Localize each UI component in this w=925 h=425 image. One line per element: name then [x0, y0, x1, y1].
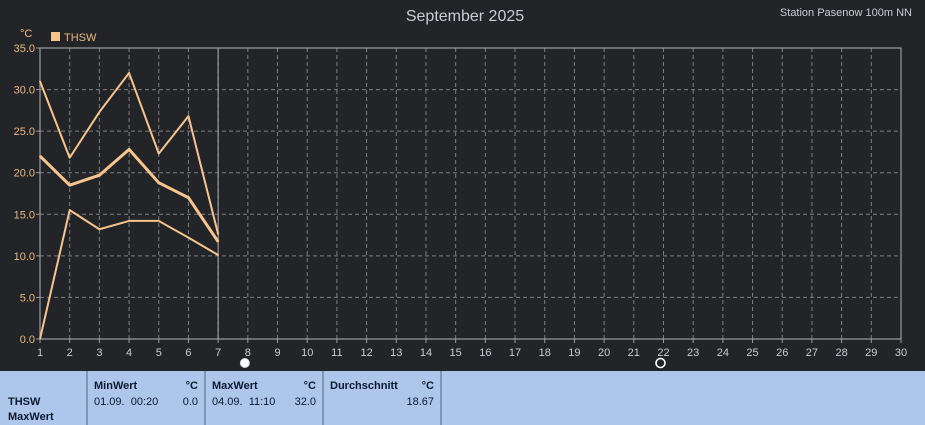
data-point: [98, 228, 101, 231]
x-tick-label: 22: [657, 347, 669, 359]
x-tick-label: 28: [835, 347, 847, 359]
x-tick-label: 13: [390, 347, 402, 359]
x-tick-label: 17: [509, 347, 521, 359]
panel-series-name: THSW: [8, 396, 41, 408]
x-tick-label: 6: [185, 347, 191, 359]
data-point: [217, 233, 219, 236]
min-unit: °C: [185, 380, 198, 392]
panel-series-type: MaxWert: [8, 411, 54, 423]
x-tick-label: 10: [301, 347, 313, 359]
max-header: MaxWert: [212, 380, 258, 392]
legend-label: THSW: [64, 32, 97, 44]
avg-unit: °C: [421, 380, 434, 392]
min-header: MinWert: [94, 380, 138, 392]
x-tick-label: 29: [865, 347, 877, 359]
x-tick-label: 23: [687, 347, 699, 359]
x-tick-label: 30: [895, 347, 907, 359]
x-tick-label: 1: [37, 347, 43, 359]
data-point: [157, 220, 160, 222]
data-point: [187, 115, 190, 117]
x-tick-label: 18: [539, 347, 551, 359]
data-point: [128, 72, 130, 74]
x-tick-label: 11: [331, 347, 342, 359]
max-value: 32.0: [294, 396, 316, 408]
data-point: [128, 148, 130, 151]
y-tick-label: 25.0: [14, 126, 35, 138]
min-datetime: 01.09. 00:20: [94, 396, 159, 408]
stats-panel: THSW MaxWert MinWert °C 01.09. 00:20 0.0…: [0, 371, 925, 425]
x-tick-label: 26: [776, 347, 788, 359]
x-tick-label: 12: [360, 347, 372, 359]
full-moon-icon: [239, 358, 250, 368]
avg-value: 18.67: [406, 396, 434, 408]
data-point: [68, 156, 71, 159]
avg-cell: Durchschnitt °C 18.67: [324, 371, 442, 425]
data-point: [39, 155, 41, 157]
y-tick-label: 20.0: [14, 168, 35, 180]
y-tick-label: 15.0: [14, 209, 35, 221]
x-tick-label: 5: [156, 347, 162, 359]
avg-header: Durchschnitt: [330, 380, 398, 392]
max-cell: MaxWert °C 04.09. 11:10 32.0: [206, 371, 324, 425]
y-tick-label: 10.0: [14, 251, 35, 263]
data-point: [98, 174, 101, 177]
x-tick-label: 25: [746, 347, 758, 359]
chart-title: September 2025: [406, 8, 524, 25]
data-point: [98, 111, 101, 113]
y-tick-label: 30.0: [14, 85, 35, 97]
x-tick-label: 8: [245, 347, 251, 359]
data-point: [187, 236, 190, 239]
min-cell: MinWert °C 01.09. 00:20 0.0: [88, 371, 206, 425]
x-tick-label: 20: [598, 347, 610, 359]
x-tick-label: 15: [450, 347, 462, 359]
data-point: [157, 152, 160, 155]
legend-swatch: [51, 32, 60, 41]
station-label: Station Pasenow 100m NN: [780, 7, 912, 19]
x-tick-label: 14: [420, 347, 432, 359]
data-point: [157, 181, 160, 184]
new-moon-icon: [655, 357, 666, 369]
data-point: [68, 209, 71, 211]
x-tick-label: 24: [717, 347, 729, 359]
x-tick-label: 7: [215, 347, 221, 359]
plot-frame: [39, 47, 902, 340]
x-tick-label: 16: [479, 347, 491, 359]
x-tick-label: 27: [806, 347, 818, 359]
x-tick-label: 9: [274, 347, 280, 359]
data-point: [68, 184, 71, 186]
x-tick-label: 3: [96, 347, 102, 359]
x-tick-label: 21: [628, 347, 640, 359]
y-tick-label: 35.0: [14, 43, 35, 55]
max-datetime: 04.09. 11:10: [212, 396, 276, 408]
y-axis-unit: °C: [20, 28, 32, 40]
x-tick-label: 4: [126, 347, 132, 359]
y-tick-label: 0.0: [20, 334, 35, 346]
x-tick-label: 19: [568, 347, 580, 359]
data-point: [187, 196, 190, 199]
x-tick-label: 2: [67, 347, 73, 359]
chart: September 2025 Station Pasenow 100m NN °…: [14, 7, 912, 369]
data-point: [39, 80, 41, 83]
min-value: 0.0: [182, 396, 198, 408]
data-point: [217, 240, 219, 243]
panel-name-cell: THSW MaxWert: [0, 371, 88, 425]
data-point: [217, 254, 219, 256]
y-tick-label: 5.0: [20, 292, 35, 304]
max-unit: °C: [303, 380, 316, 392]
data-point: [128, 220, 130, 222]
